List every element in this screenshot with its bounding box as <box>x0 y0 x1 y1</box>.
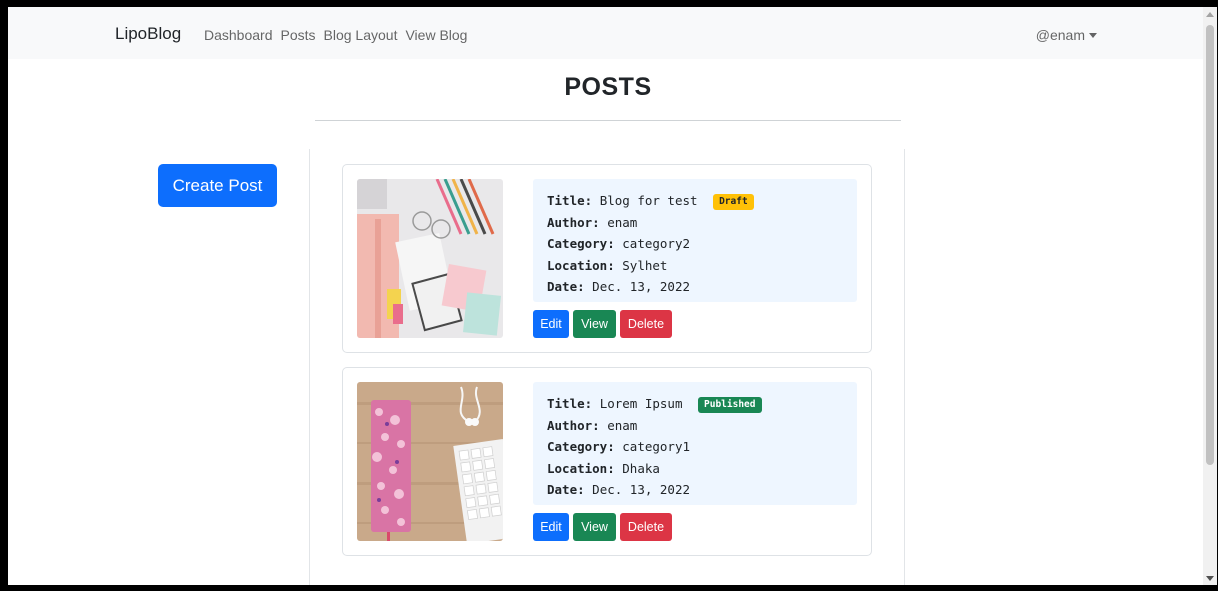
post-thumbnail[interactable] <box>357 179 503 338</box>
nav-link-view-blog[interactable]: View Blog <box>405 27 467 43</box>
scroll-up-arrow-icon[interactable] <box>1206 12 1214 17</box>
navbar: LipoBlog Dashboard Posts Blog Layout Vie… <box>8 7 1203 59</box>
delete-button[interactable]: Delete <box>620 513 672 541</box>
post-location-row: Location: Sylhet <box>547 255 843 277</box>
post-date: Dec. 13, 2022 <box>592 482 691 497</box>
edit-button[interactable]: Edit <box>533 513 569 541</box>
post-title: Blog for test <box>599 193 698 208</box>
caret-down-icon <box>1089 32 1097 38</box>
post-card: Title: Blog for test Draft Author: enam … <box>342 164 872 353</box>
title-label: Title: <box>547 396 593 411</box>
date-label: Date: <box>547 279 585 294</box>
post-title: Lorem Ipsum <box>599 396 683 411</box>
status-badge: Draft <box>713 194 754 210</box>
post-location-row: Location: Dhaka <box>547 458 843 480</box>
post-date-row: Date: Dec. 13, 2022 <box>547 276 843 298</box>
post-title-row: Title: Blog for test Draft <box>547 190 843 212</box>
category-label: Category: <box>547 439 615 454</box>
location-label: Location: <box>547 257 615 273</box>
post-actions: Edit View Delete <box>533 513 672 541</box>
user-menu-dropdown[interactable]: @enam <box>1036 27 1097 43</box>
view-button[interactable]: View <box>573 513 616 541</box>
title-label: Title: <box>547 193 593 208</box>
category-label: Category: <box>547 236 615 251</box>
post-actions: Edit View Delete <box>533 310 672 338</box>
post-category: category2 <box>622 236 690 251</box>
post-location: Sylhet <box>622 257 668 273</box>
page-title: POSTS <box>564 73 652 101</box>
scrollbar-thumb[interactable] <box>1206 25 1214 465</box>
date-label: Date: <box>547 482 585 497</box>
author-label: Author: <box>547 214 600 230</box>
title-divider <box>315 120 901 121</box>
nav-link-blog-layout[interactable]: Blog Layout <box>324 27 398 43</box>
post-thumbnail-image <box>357 179 503 338</box>
post-category-row: Category: category1 <box>547 436 843 458</box>
post-date-row: Date: Dec. 13, 2022 <box>547 479 843 501</box>
create-post-button[interactable]: Create Post <box>158 164 277 207</box>
post-category-row: Category: category2 <box>547 233 843 255</box>
post-thumbnail-image <box>357 382 503 541</box>
column-divider-left <box>309 149 310 585</box>
scroll-down-arrow-icon[interactable] <box>1206 576 1214 581</box>
nav-link-dashboard[interactable]: Dashboard <box>204 27 273 43</box>
post-title-row: Title: Lorem Ipsum Published <box>547 393 843 415</box>
post-author-row: Author: enam <box>547 212 843 234</box>
post-author: enam <box>607 417 638 433</box>
post-author-row: Author: enam <box>547 415 843 437</box>
post-card: Title: Lorem Ipsum Published Author: ena… <box>342 367 872 556</box>
brand-logo[interactable]: LipoBlog <box>115 24 181 44</box>
column-divider-right <box>904 149 905 585</box>
location-label: Location: <box>547 460 615 476</box>
vertical-scrollbar[interactable] <box>1203 7 1217 585</box>
post-details: Title: Blog for test Draft Author: enam … <box>533 179 857 302</box>
post-location: Dhaka <box>622 460 660 476</box>
post-thumbnail[interactable] <box>357 382 503 541</box>
nav-link-posts[interactable]: Posts <box>281 27 316 43</box>
nav-links: Dashboard Posts Blog Layout View Blog <box>204 27 467 43</box>
browser-viewport: LipoBlog Dashboard Posts Blog Layout Vie… <box>8 7 1203 585</box>
post-author: enam <box>607 214 638 230</box>
delete-button[interactable]: Delete <box>620 310 672 338</box>
username-label: @enam <box>1035 27 1085 43</box>
author-label: Author: <box>547 417 600 433</box>
view-button[interactable]: View <box>573 310 616 338</box>
post-details: Title: Lorem Ipsum Published Author: ena… <box>533 382 857 505</box>
edit-button[interactable]: Edit <box>533 310 569 338</box>
post-category: category1 <box>622 439 690 454</box>
post-date: Dec. 13, 2022 <box>592 279 691 294</box>
status-badge: Published <box>698 397 762 413</box>
